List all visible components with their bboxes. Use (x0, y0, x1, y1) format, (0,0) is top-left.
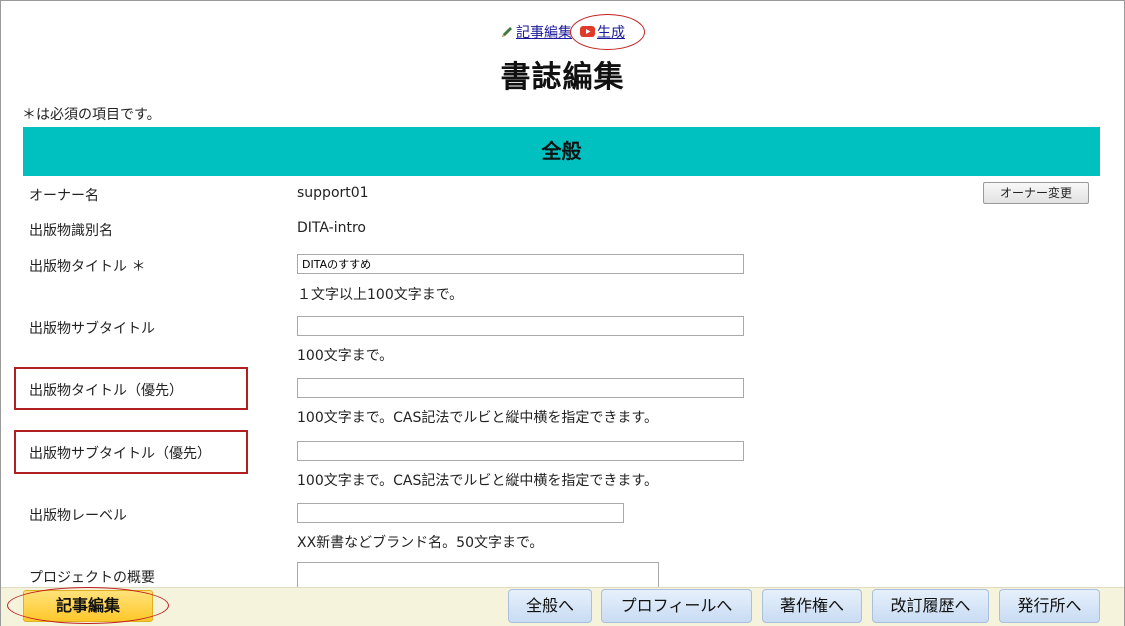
publication-label-input[interactable] (297, 503, 624, 523)
top-nav: 記事編集 生成 (0, 22, 1125, 42)
owner-label: オーナー名 (29, 188, 99, 204)
article-edit-link[interactable]: 記事編集 (516, 25, 572, 41)
title-pref-label: 出版物タイトル（優先） (29, 383, 183, 399)
goto-copyright-button[interactable]: 著作権へ (762, 589, 862, 623)
project-summary-textarea[interactable] (297, 562, 659, 588)
identifier-value: DITA-intro (297, 220, 366, 236)
owner-value: support01 (297, 185, 369, 201)
title-hint: １文字以上100文字まで。 (297, 287, 464, 303)
subtitle-pref-hint: 100文字まで。CAS記法でルビと縦中横を指定できます。 (297, 473, 658, 489)
goto-publisher-button[interactable]: 発行所へ (999, 589, 1100, 623)
title-label: 出版物タイトル ＊ (29, 259, 146, 275)
required-note: ＊は必須の項目です。 (22, 107, 161, 123)
title-pref-input[interactable] (297, 378, 744, 398)
annotation-ellipse-edit-button (7, 587, 169, 624)
subtitle-label: 出版物サブタイトル (29, 321, 155, 337)
publication-label-hint: XX新書などブランド名。50文字まで。 (297, 535, 544, 551)
subtitle-pref-input[interactable] (297, 441, 744, 461)
subtitle-hint: 100文字まで。 (297, 348, 394, 364)
page-title: 書誌編集 (500, 60, 625, 95)
project-summary-label: プロジェクトの概要 (29, 570, 155, 586)
goto-revision-history-button[interactable]: 改訂履歴へ (872, 589, 989, 623)
change-owner-button[interactable]: オーナー変更 (983, 182, 1089, 204)
subtitle-input[interactable] (297, 316, 744, 336)
goto-profile-button[interactable]: プロフィールへ (601, 589, 752, 623)
title-pref-hint: 100文字まで。CAS記法でルビと縦中横を指定できます。 (297, 410, 658, 426)
pencil-icon (502, 27, 512, 37)
subtitle-pref-label: 出版物サブタイトル（優先） (29, 446, 211, 462)
section-header-general: 全般 (23, 127, 1100, 176)
annotation-ellipse-generate (570, 14, 645, 50)
identifier-label: 出版物識別名 (29, 223, 113, 239)
title-input[interactable] (297, 254, 744, 274)
goto-general-button[interactable]: 全般へ (508, 589, 592, 623)
publication-label-label: 出版物レーベル (29, 508, 127, 524)
